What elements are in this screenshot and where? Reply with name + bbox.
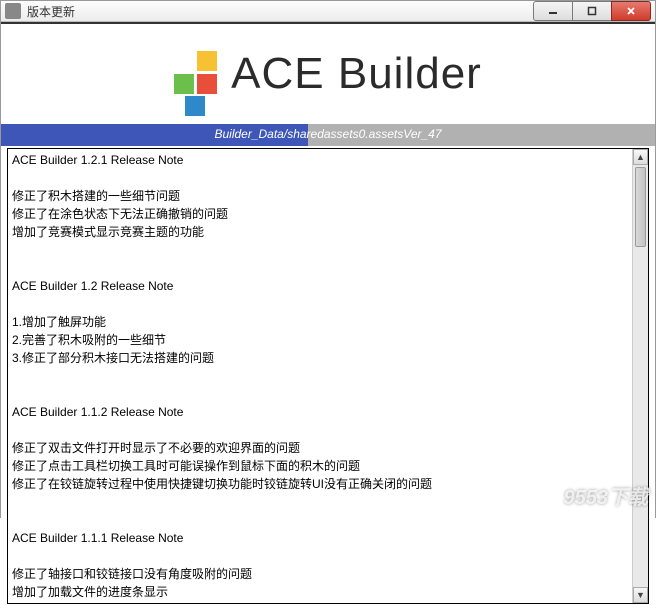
scrollbar[interactable]: ▲ ▼ xyxy=(632,149,648,603)
release-notes-text: ACE Builder 1.2.1 Release Note 修正了积木搭建的一… xyxy=(8,149,632,603)
section-heading: ACE Builder 1.1.1 Release Note xyxy=(12,529,628,547)
note-line: 修正了轴接口和铰链接口没有角度吸附的问题 xyxy=(12,565,628,583)
logo-area: ACE Builder xyxy=(1,24,655,124)
note-line: 修正了双击文件打开时显示了不必要的欢迎界面的问题 xyxy=(12,439,628,457)
section-heading: ACE Builder 1.1.2 Release Note xyxy=(12,403,628,421)
logo-icon xyxy=(174,51,217,94)
note-line: 修正了在涂色状态下无法正确撤销的问题 xyxy=(12,205,628,223)
section-heading: ACE Builder 1.2 Release Note xyxy=(12,277,628,295)
release-notes-panel: ACE Builder 1.2.1 Release Note 修正了积木搭建的一… xyxy=(7,148,649,604)
titlebar[interactable]: 版本更新 xyxy=(1,1,655,22)
scroll-up-button[interactable]: ▲ xyxy=(633,149,648,165)
maximize-button[interactable] xyxy=(572,1,612,21)
progress-fill xyxy=(1,124,308,146)
note-line: 2.完善了积木吸附的一些细节 xyxy=(12,331,628,349)
window-title: 版本更新 xyxy=(27,3,534,20)
note-line: 修正了点击工具栏切换工具时可能误操作到鼠标下面的积木的问题 xyxy=(12,457,628,475)
window-controls xyxy=(534,1,651,21)
minimize-button[interactable] xyxy=(533,1,573,21)
content-area: ACE Builder Builder_Data/sharedassets0.a… xyxy=(1,22,655,610)
section-heading: ACE Builder 1.2.1 Release Note xyxy=(12,151,628,169)
close-button[interactable] xyxy=(611,1,651,21)
logo-text: ACE Builder xyxy=(231,49,482,99)
scroll-thumb[interactable] xyxy=(635,167,646,247)
note-line: 修正了积木搭建的一些细节问题 xyxy=(12,187,628,205)
note-line: 增加了竞赛模式显示竞赛主题的功能 xyxy=(12,223,628,241)
note-line: 增加了加载文件的进度条显示 xyxy=(12,583,628,601)
app-window: 版本更新 ACE Builder xyxy=(0,0,656,518)
note-line: 1.增加了触屏功能 xyxy=(12,313,628,331)
progress-bar: Builder_Data/sharedassets0.assetsVer_47 xyxy=(1,124,655,146)
scroll-down-button[interactable]: ▼ xyxy=(633,587,648,603)
note-line: 修正了在铰链旋转过程中使用快捷键切换功能时铰链旋转UI没有正确关闭的问题 xyxy=(12,475,628,493)
note-line: 3.修正了部分积木接口无法搭建的问题 xyxy=(12,349,628,367)
app-icon xyxy=(5,3,21,19)
